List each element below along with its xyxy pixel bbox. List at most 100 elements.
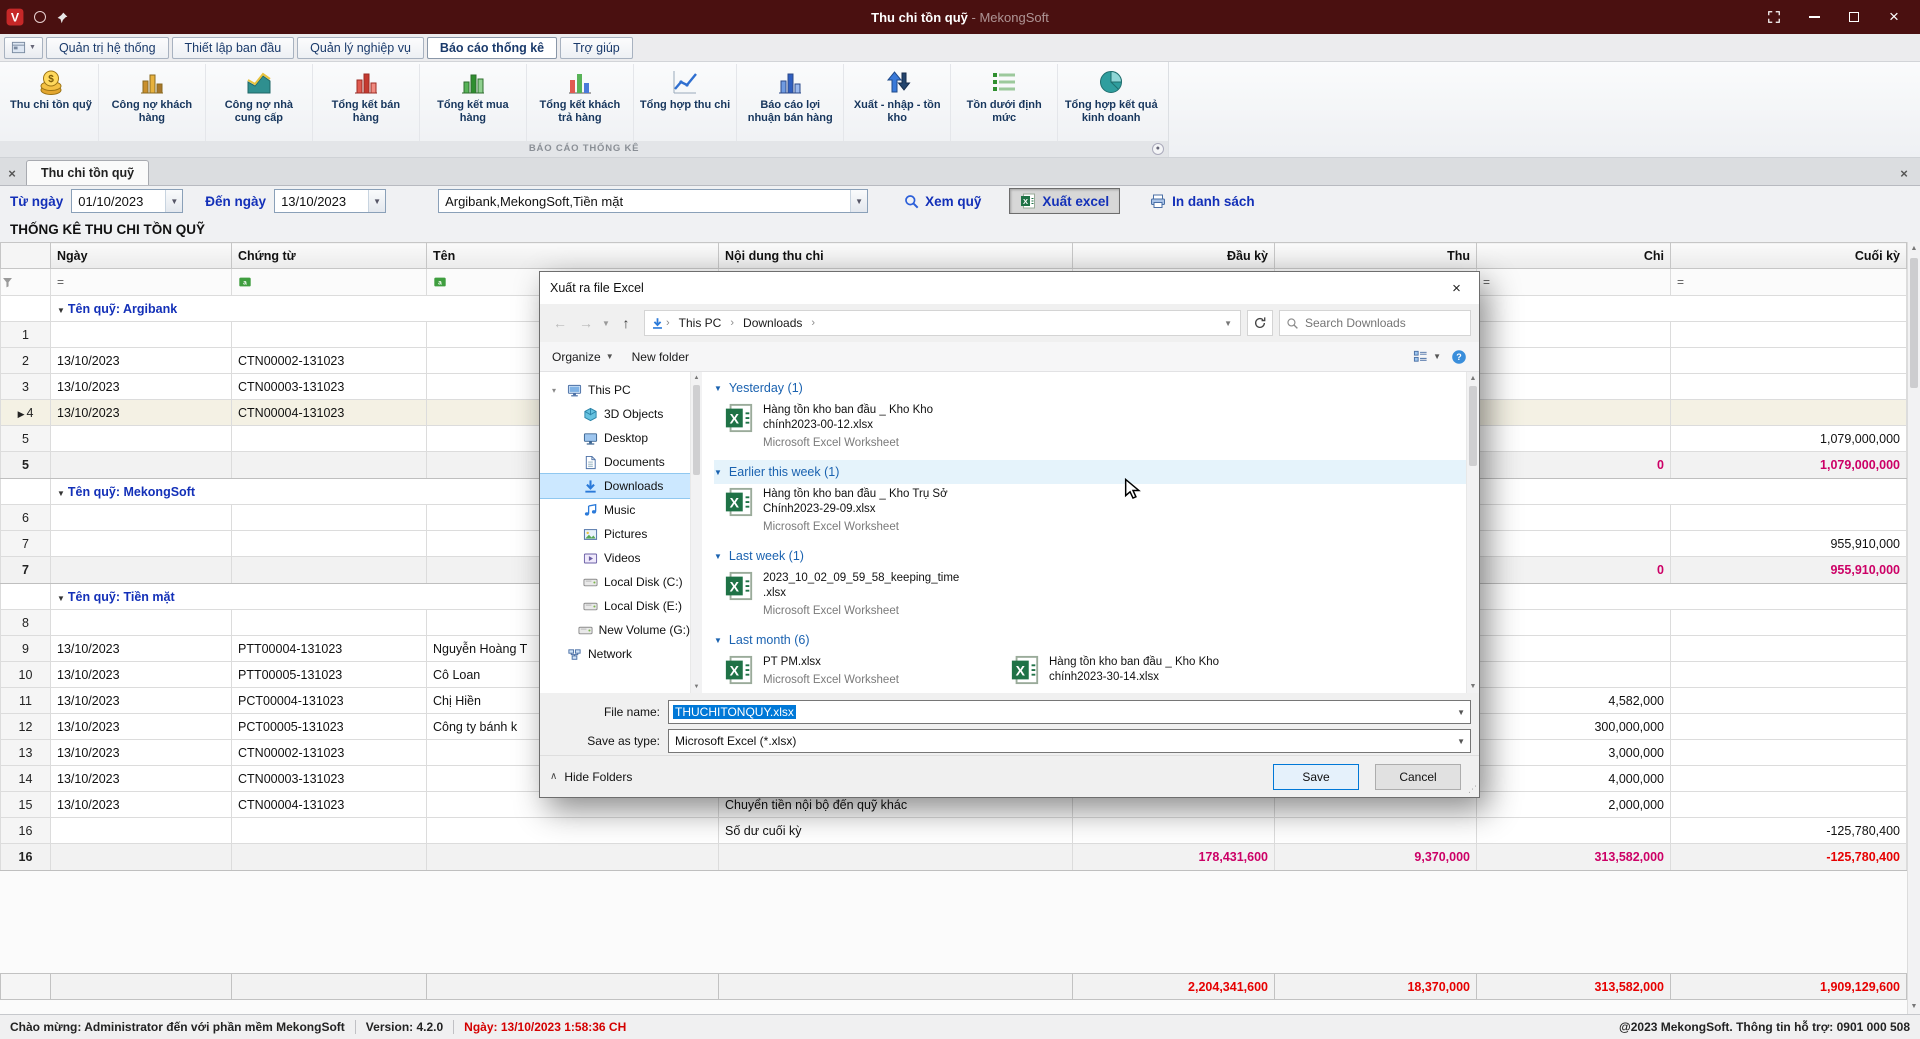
column-header-noi-dung-thu-chi[interactable]: Nội dung thu chi: [719, 243, 1073, 269]
file-group-header[interactable]: ▼Yesterday (1): [714, 376, 1479, 400]
ribbon-button-tong-ket-mua-hang[interactable]: Tổng kết mua hàng: [420, 64, 527, 141]
ribbon-tab-bao-cao-thong-ke[interactable]: Báo cáo thống kê: [427, 37, 557, 59]
ribbon-button-xuat-nhap-ton-kho[interactable]: Xuất - nhập - tồn kho: [844, 64, 951, 141]
file-item[interactable]: X2023_10_02_09_59_58_keeping_time .xlsxM…: [724, 568, 992, 620]
to-date-input[interactable]: 13/10/2023▼: [274, 189, 386, 213]
file-item[interactable]: XHàng tồn kho ban đầu _ Kho Trụ Sở Chính…: [724, 484, 992, 536]
sidebar-item-downloads[interactable]: Downloads: [540, 474, 690, 498]
ribbon-button-tong-ket-khach-tra-hang[interactable]: Tổng kết khách trả hàng: [527, 64, 634, 141]
breadcrumb-item-downloads[interactable]: Downloads: [736, 311, 809, 335]
file-group-header[interactable]: ▼Last week (1): [714, 544, 1479, 568]
ribbon-button-tong-hop-ket-qua-kinh-doanh[interactable]: Tổng hợp kết quả kinh doanh: [1058, 64, 1164, 141]
breadcrumb-item-this-pc[interactable]: This PC: [672, 311, 729, 335]
ribbon-button-cong-no-nha-cung-cap[interactable]: Công nợ nhà cung cấp: [206, 64, 313, 141]
organize-button[interactable]: Organize▼: [552, 350, 614, 364]
ribbon-button-tong-hop-thu-chi[interactable]: Tổng hợp thu chi: [634, 64, 737, 141]
ribbon-tab-thiet-lap-ban-au[interactable]: Thiết lập ban đầu: [172, 37, 295, 59]
tree-scrollbar[interactable]: ▲▼: [690, 372, 702, 693]
sidebar-item-local-disk-c[interactable]: Local Disk (C:): [540, 570, 690, 594]
expander-icon[interactable]: ▾: [552, 386, 561, 395]
close-tab-left-icon[interactable]: ×: [0, 161, 24, 185]
sidebar-item-documents[interactable]: Documents: [540, 450, 690, 474]
file-list-scrollbar[interactable]: ▲▼: [1466, 372, 1479, 693]
sidebar-item-pictures[interactable]: Pictures: [540, 522, 690, 546]
document-tab-active[interactable]: Thu chi tồn quỹ: [26, 160, 149, 185]
history-chevron-icon[interactable]: ▼: [600, 319, 612, 328]
dialog-close-button[interactable]: ×: [1434, 272, 1479, 304]
file-group-header[interactable]: ▼Earlier this week (1): [714, 460, 1473, 484]
maximize-button[interactable]: [1834, 0, 1874, 34]
sidebar-item-network[interactable]: Network: [540, 642, 690, 666]
filter-cell-6[interactable]: =: [1477, 269, 1671, 296]
chevron-down-icon[interactable]: ▼: [368, 190, 385, 212]
search-box[interactable]: [1279, 310, 1471, 336]
chevron-down-icon[interactable]: ▼: [1457, 737, 1465, 746]
close-button[interactable]: ×: [1874, 0, 1914, 34]
help-icon[interactable]: ?: [1451, 349, 1467, 365]
sidebar-item-videos[interactable]: Videos: [540, 546, 690, 570]
filter-cell-0[interactable]: =: [51, 269, 232, 296]
fund-filter-select[interactable]: Argibank,MekongSoft,Tiền mặt▼: [438, 189, 868, 213]
column-header-au-ky[interactable]: Đầu kỳ: [1073, 243, 1275, 269]
back-button[interactable]: ←: [548, 311, 572, 335]
column-header-cuoi-ky[interactable]: Cuối kỳ: [1671, 243, 1907, 269]
view-options-button[interactable]: ▼: [1413, 349, 1441, 364]
fullscreen-button[interactable]: [1754, 0, 1794, 34]
filter-funnel-icon[interactable]: [1, 269, 51, 296]
ribbon-button-cong-no-khach-hang[interactable]: Công nợ khách hàng: [99, 64, 206, 141]
file-item[interactable]: XHàng tồn kho ban đầu _ Kho Kho chính202…: [1010, 652, 1278, 693]
resize-grip[interactable]: ⋰: [1468, 784, 1477, 795]
print-list-button[interactable]: In danh sách: [1142, 193, 1263, 209]
sidebar-item-new-volume-g[interactable]: New Volume (G:): [540, 618, 690, 642]
grid-scrollbar[interactable]: ▲ ▼: [1907, 242, 1920, 1014]
column-header-ten[interactable]: Tên: [427, 243, 719, 269]
table-row[interactable]: 16Số dư cuối kỳ-125,780,400: [1, 818, 1907, 844]
ribbon-button-tong-ket-ban-hang[interactable]: Tổng kết bán hàng: [313, 64, 420, 141]
new-folder-button[interactable]: New folder: [632, 350, 689, 364]
chevron-down-icon[interactable]: ▼: [850, 190, 867, 212]
file-item[interactable]: XHàng tồn kho ban đầu _ Kho Kho chính202…: [724, 400, 992, 452]
ribbon-button-bao-cao-loi-nhuan-ban-hang[interactable]: Báo cáo lợi nhuận bán hàng: [737, 64, 844, 141]
column-header-chi[interactable]: Chi: [1477, 243, 1671, 269]
minimize-button[interactable]: [1794, 0, 1834, 34]
cancel-button[interactable]: Cancel: [1375, 764, 1461, 790]
refresh-button[interactable]: [1247, 310, 1273, 336]
app-menu-button[interactable]: ▼: [4, 37, 43, 59]
sidebar-item-3d-objects[interactable]: 3D Objects: [540, 402, 690, 426]
save-as-type-select[interactable]: Microsoft Excel (*.xlsx)▼: [668, 729, 1471, 753]
column-header-thu[interactable]: Thu: [1275, 243, 1477, 269]
ribbon-button-thu-chi-ton-quy[interactable]: $Thu chi tồn quỹ: [4, 64, 99, 141]
ribbon-collapse-button[interactable]: ●: [1152, 143, 1164, 155]
ribbon-tab-quan-ly-nghiep-vu[interactable]: Quản lý nghiệp vụ: [297, 37, 424, 59]
up-button[interactable]: ↑: [614, 311, 638, 335]
chevron-down-icon[interactable]: ▼: [165, 190, 182, 212]
ribbon-tab-quan-tri-he-thong[interactable]: Quản trị hệ thống: [46, 37, 169, 59]
search-input[interactable]: [1305, 316, 1464, 330]
column-header-ngay[interactable]: Ngày: [51, 243, 232, 269]
address-bar[interactable]: ›This PC›Downloads›▼: [644, 310, 1241, 336]
sidebar-item-this-pc[interactable]: ▾This PC: [540, 378, 690, 402]
scroll-down-icon[interactable]: ▼: [1908, 1000, 1920, 1014]
address-chevron-icon[interactable]: ▼: [1224, 319, 1234, 328]
close-tab-right-icon[interactable]: ×: [1892, 161, 1916, 185]
scroll-up-icon[interactable]: ▲: [1908, 242, 1920, 256]
chevron-down-icon[interactable]: ▼: [1457, 708, 1465, 717]
sidebar-item-music[interactable]: Music: [540, 498, 690, 522]
ribbon-button-ton-duoi-inh-muc[interactable]: Tồn dưới định mức: [951, 64, 1058, 141]
group-footer-row[interactable]: 16178,431,6009,370,000313,582,000-125,78…: [1, 844, 1907, 871]
save-button[interactable]: Save: [1273, 764, 1359, 790]
view-fund-button[interactable]: Xem quỹ: [896, 194, 989, 209]
from-date-input[interactable]: 01/10/2023▼: [71, 189, 183, 213]
sidebar-item-local-disk-e[interactable]: Local Disk (E:): [540, 594, 690, 618]
filter-cell-1[interactable]: a: [232, 269, 427, 296]
forward-button[interactable]: →: [574, 311, 598, 335]
file-item[interactable]: XPT PM.xlsxMicrosoft Excel Worksheet: [724, 652, 992, 693]
export-excel-button[interactable]: XXuất excel: [1009, 188, 1120, 214]
file-group-header[interactable]: ▼Last month (6): [714, 628, 1479, 652]
filter-cell-7[interactable]: =: [1671, 269, 1907, 296]
scrollbar-thumb[interactable]: [1910, 258, 1918, 388]
column-header-chung-tu[interactable]: Chứng từ: [232, 243, 427, 269]
sidebar-item-desktop[interactable]: Desktop: [540, 426, 690, 450]
ribbon-tab-tro-giup[interactable]: Trợ giúp: [560, 37, 633, 59]
file-name-input[interactable]: THUCHITONQUY.xlsx▼: [668, 700, 1471, 724]
